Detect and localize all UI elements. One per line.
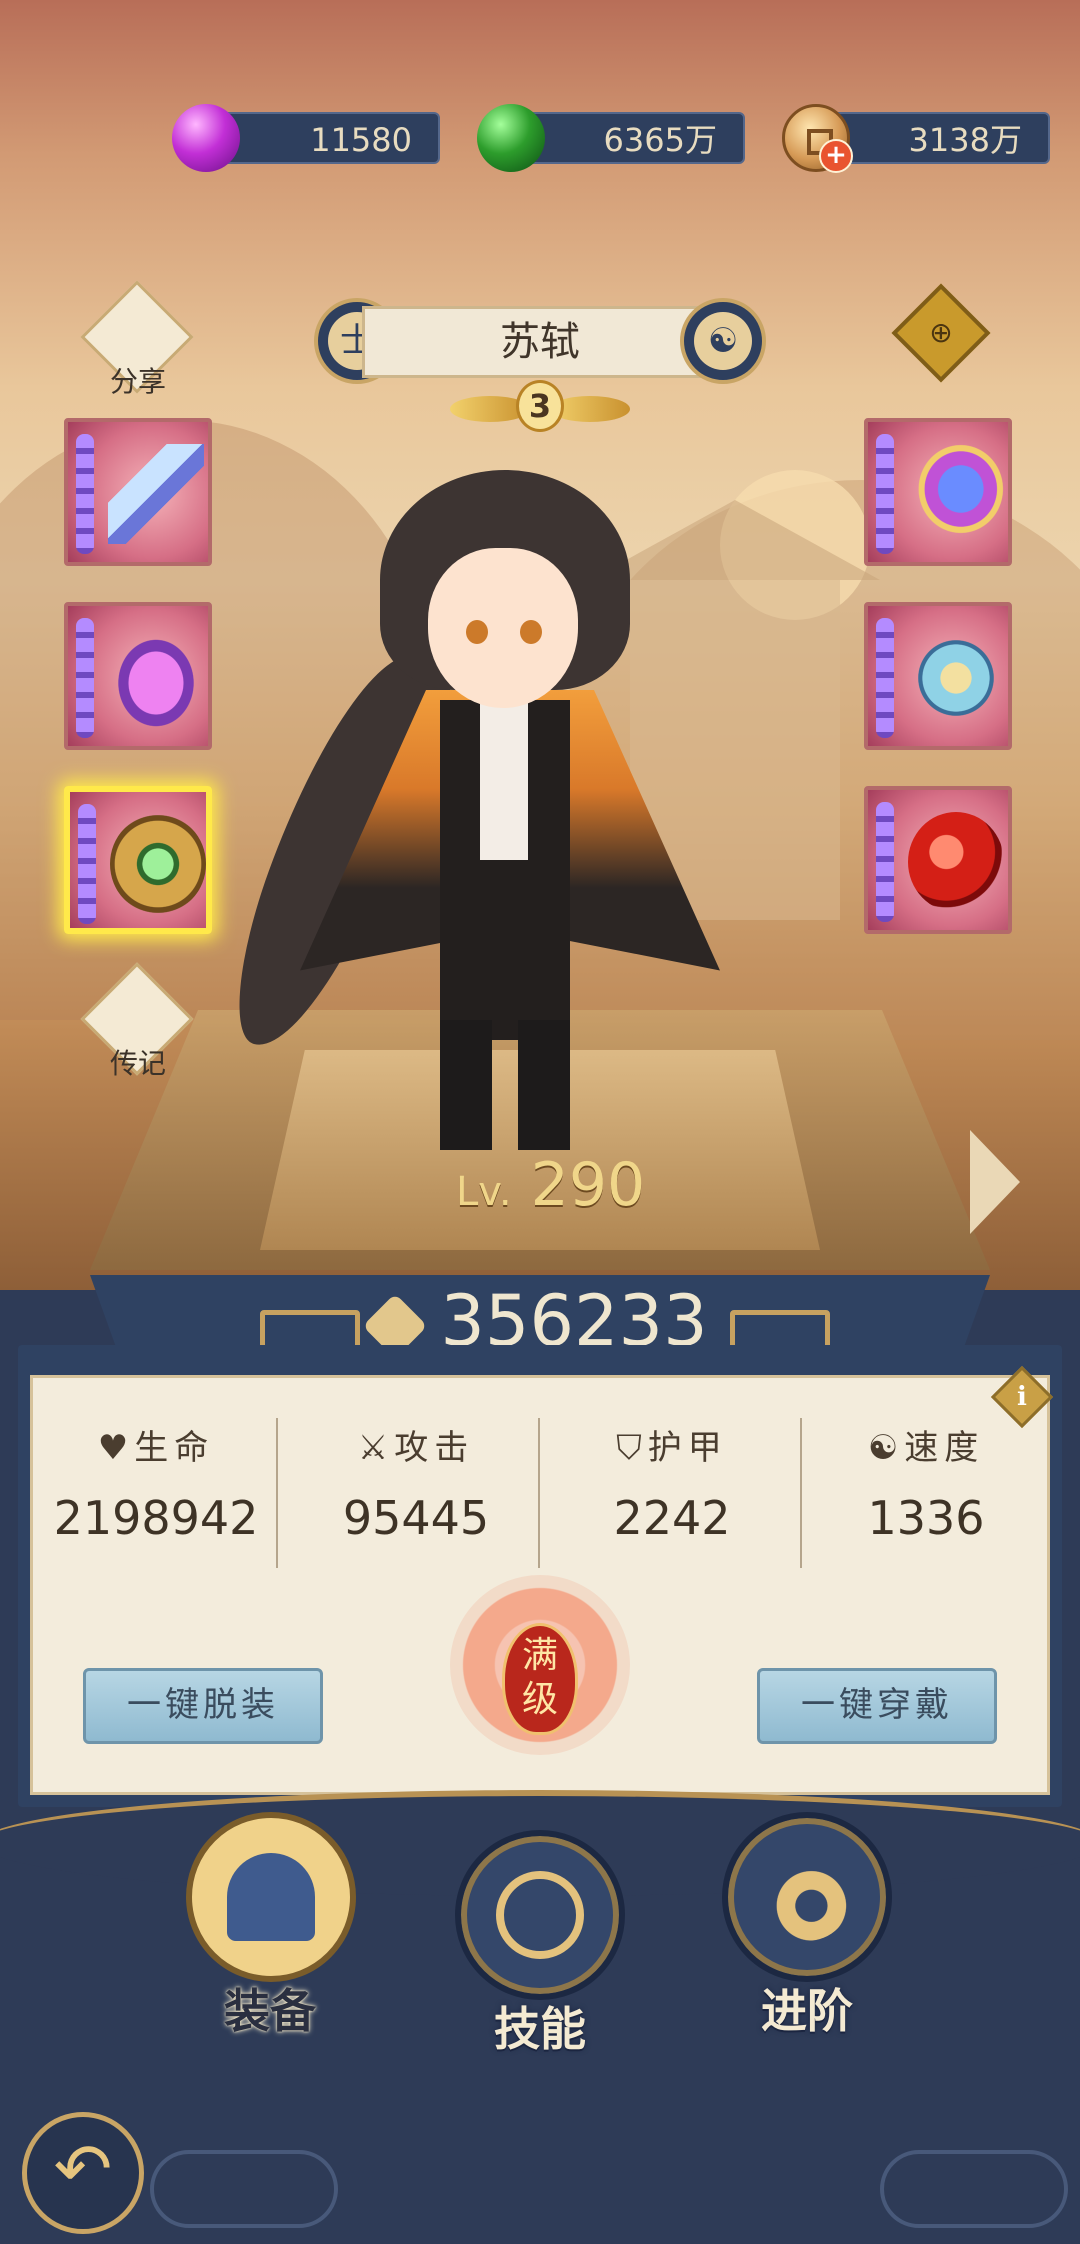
hero-level: Lv. 290 [456,1150,646,1220]
equip-slot-treasure[interactable] [864,786,1012,934]
equip-slot-amulet[interactable] [864,602,1012,750]
nav-advance-label: 进阶 [761,1984,853,2038]
equip-slot-boots[interactable] [864,418,1012,566]
star-rank-badge: 3 [450,372,630,442]
copper-coin-icon: + [782,104,853,173]
currency-value: 6365万 [515,112,745,164]
max-level-text: 满级 [502,1623,578,1735]
element-yin-yang-icon: ☯ [680,298,766,384]
stat-value: 2198942 [53,1491,259,1545]
currency-copper-coin[interactable]: + 3138万 [782,104,1050,173]
jade-ring-icon [110,814,206,914]
stat-attack: ⚔ 攻击 95445 [296,1420,536,1545]
hero-name: 苏轼 [362,306,718,378]
crossed-swords-icon: ⚔ [357,1428,389,1468]
back-arrow-icon[interactable]: ↶ [22,2112,144,2234]
nav-equipment-label: 装备 [224,1984,316,2038]
nav-equipment-button[interactable] [186,1812,356,1982]
stat-speed: ☯ 速度 1336 [806,1420,1046,1545]
helmet-icon [227,1853,315,1941]
max-level-badge: 满级 [440,1545,640,1765]
add-currency-icon[interactable]: + [819,139,853,173]
speed-icon: ☯ [867,1428,899,1468]
amulet-icon [908,628,1004,728]
currency-value: 3138万 [820,112,1050,164]
boots-icon [908,444,1004,544]
stat-value: 1336 [867,1491,985,1545]
equip-slot-weapon[interactable] [64,418,212,566]
nav-skill-label: 技能 [494,2002,586,2056]
stat-armor: ⛉ 护甲 2242 [552,1420,792,1545]
star-rank-value: 3 [516,380,564,432]
currency-value: 11580 [210,112,440,164]
robe-icon [108,628,204,728]
cloud-decor [150,2150,338,2228]
green-gem-icon [477,104,545,172]
hero-character[interactable] [211,460,780,1180]
equip-slot-armor[interactable] [64,602,212,750]
cloud-decor [880,2150,1068,2228]
shield-icon: ⛉ [616,1428,642,1468]
currency-purple-gem[interactable]: 11580 [172,104,440,172]
skill-icon [496,1871,584,1959]
red-orb-icon [908,812,1004,912]
share-label: 分享 [109,365,166,398]
heart-icon: ♥ [97,1428,129,1468]
nav-skill-button[interactable] [455,1830,625,2000]
equip-all-button[interactable]: 一键穿戴 [757,1668,997,1744]
next-hero-arrow-icon[interactable] [970,1130,1020,1234]
lock-icon: ⊕ [929,316,953,349]
stat-value: 2242 [613,1491,731,1545]
currency-green-gem[interactable]: 6365万 [477,104,745,172]
equip-slot-accessory[interactable] [64,786,212,934]
unequip-all-button[interactable]: 一键脱装 [83,1668,323,1744]
stat-value: 95445 [342,1491,490,1545]
advance-icon [763,1853,851,1941]
stat-hp: ♥ 生命 2198942 [36,1420,276,1545]
purple-gem-icon [172,104,240,172]
blade-icon [108,444,204,544]
biography-label: 传记 [109,1047,166,1080]
nav-advance-button[interactable] [722,1812,892,1982]
